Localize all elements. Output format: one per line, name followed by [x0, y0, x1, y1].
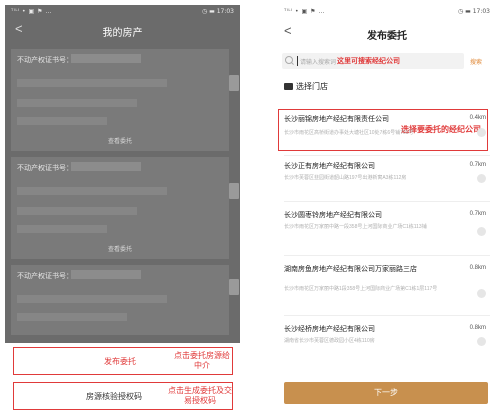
property-list: 不动产权证书号： 查看委托 不动产权证书号： 查看委托 不动产权证书号：: [11, 49, 239, 341]
verify-code-button[interactable]: 房源核验授权码 点击生成委托及交易授权码: [13, 382, 233, 410]
view-entrust-link[interactable]: 查看委托: [11, 136, 229, 145]
publish-entrust-label: 发布委托: [104, 357, 136, 366]
redacted-line: [17, 187, 167, 195]
certificate-label: 不动产权证书号：: [17, 57, 73, 64]
section-title-text: 选择门店: [296, 82, 328, 91]
view-entrust-link[interactable]: 查看委托: [11, 244, 229, 253]
property-card[interactable]: 不动产权证书号： 查看委托: [11, 49, 239, 151]
store-item[interactable]: 长沙丽锦房地产经纪有限责任公司 0.4km 长沙市雨花区高桥街道办事处大塘社区1…: [284, 115, 490, 149]
search-placeholder: 请输入搜索词: [300, 60, 337, 66]
scroll-handle: [229, 279, 239, 295]
divider: [284, 255, 490, 256]
search-annotation: 这里可搜索经纪公司: [337, 58, 400, 65]
store-radio[interactable]: [477, 337, 486, 346]
store-item[interactable]: 长沙圆枣铃房地产经纪有限公司 0.7km 长沙市雨花区万家丽中路一段358号上河…: [284, 211, 490, 251]
text-cursor: [297, 56, 298, 66]
search-icon: [285, 56, 293, 64]
status-bar: ᵀᴵᴸᴵ • ▣ ⚑ … ◷ ▬ 17:03: [278, 5, 496, 19]
store-distance: 0.8km: [469, 265, 486, 271]
certificate-number-redacted: [71, 54, 141, 63]
scroll-handle: [229, 75, 239, 91]
my-property-page: ᵀᴵᴸᴵ • ▣ ⚑ … ◷ ▬ 17:03 < 我的房产 不动产权证书号： 查…: [5, 5, 240, 343]
page-header: < 发布委托: [278, 21, 496, 45]
store-address: 长沙市雨花区万家丽中路1段358号上河国际商业广场第C1栋1层117号: [284, 286, 438, 292]
redacted-line: [17, 295, 167, 303]
store-name: 长沙丽锦房地产经纪有限责任公司: [284, 116, 389, 123]
verify-code-label: 房源核验授权码: [86, 392, 142, 401]
store-item[interactable]: 湖南房鱼房地产经纪有限公司万家丽路三店 0.8km 长沙市雨花区万家丽中路1段3…: [284, 265, 490, 313]
search-button[interactable]: 搜索: [470, 57, 482, 66]
store-name: 长沙正有房地产经纪有限公司: [284, 163, 375, 170]
store-name: 长沙圆枣铃房地产经纪有限公司: [284, 212, 382, 219]
certificate-number-redacted: [71, 162, 141, 171]
redacted-line: [17, 207, 137, 215]
status-bar: ᵀᴵᴸᴵ • ▣ ⚑ … ◷ ▬ 17:03: [5, 5, 240, 19]
store-address: 长沙市雨花区万家丽中路一段358号上河国际商业广场C1栋113铺: [284, 224, 427, 230]
left-phone-screen: ᵀᴵᴸᴵ • ▣ ⚑ … ◷ ▬ 17:03 < 我的房产 不动产权证书号： 查…: [5, 5, 240, 415]
divider: [284, 315, 490, 316]
store-name: 长沙经桥房地产经纪有限公司: [284, 326, 375, 333]
divider: [284, 155, 490, 156]
search-bar: 请输入搜索词 这里可搜索经纪公司 搜索: [282, 53, 492, 69]
store-distance: 0.8km: [469, 325, 486, 331]
redacted-line: [17, 79, 167, 87]
certificate-label: 不动产权证书号：: [17, 165, 73, 172]
divider: [284, 201, 490, 202]
store-address: 湖南省长沙市芙蓉区德政园小区4栋110房: [284, 338, 375, 344]
status-icons: ᵀᴵᴸᴵ • ▣ ⚑ …: [11, 8, 52, 15]
right-phone-screen: ᵀᴵᴸᴵ • ▣ ⚑ … ◷ ▬ 17:03 < 发布委托 请输入搜索词 这里可…: [278, 5, 496, 415]
store-distance: 0.4km: [469, 115, 486, 121]
store-radio[interactable]: [477, 174, 486, 183]
property-card[interactable]: 不动产权证书号：: [11, 265, 239, 335]
store-item[interactable]: 长沙正有房地产经纪有限公司 0.7km 长沙市芙蓉区韭园街道韶山路197号出港新…: [284, 162, 490, 196]
verify-code-annotation: 点击生成委托及交易授权码: [168, 386, 232, 405]
redacted-line: [17, 313, 127, 321]
store-distance: 0.7km: [469, 162, 486, 168]
store-radio[interactable]: [477, 227, 486, 236]
certificate-label: 不动产权证书号：: [17, 273, 73, 280]
store-address: 长沙市雨花区高桥街道办事处大塘社区10处7栋6号铺701号: [284, 130, 414, 136]
search-input[interactable]: 请输入搜索词 这里可搜索经纪公司: [282, 53, 464, 69]
store-icon: [284, 83, 293, 90]
status-time: ◷ ▬ 17:03: [457, 8, 490, 15]
certificate-number-redacted: [71, 270, 141, 279]
section-title: 选择门店: [284, 81, 328, 92]
redacted-line: [17, 117, 107, 125]
publish-entrust-annotation: 点击委托房源给中介: [174, 351, 230, 370]
property-card[interactable]: 不动产权证书号： 查看委托: [11, 157, 239, 259]
redacted-line: [17, 99, 137, 107]
page-title: 我的房产: [102, 28, 143, 39]
store-item[interactable]: 长沙经桥房地产经纪有限公司 0.8km 湖南省长沙市芙蓉区德政园小区4栋110房: [284, 325, 490, 359]
status-time: ◷ ▬ 17:03: [201, 8, 234, 15]
store-radio[interactable]: [477, 128, 486, 137]
redacted-line: [17, 225, 107, 233]
next-step-button[interactable]: 下一步: [284, 382, 488, 404]
publish-entrust-button[interactable]: 发布委托 点击委托房源给中介: [13, 347, 233, 375]
page-header: < 我的房产: [5, 19, 240, 43]
store-address: 长沙市芙蓉区韭园街道韶山路197号出港新寓A3栋112房: [284, 175, 407, 181]
store-distance: 0.7km: [469, 211, 486, 217]
scroll-handle: [229, 183, 239, 199]
store-name: 湖南房鱼房地产经纪有限公司万家丽路三店: [284, 266, 417, 273]
page-title: 发布委托: [367, 31, 407, 42]
store-radio[interactable]: [477, 289, 486, 298]
status-icons: ᵀᴵᴸᴵ • ▣ ⚑ …: [284, 8, 325, 15]
